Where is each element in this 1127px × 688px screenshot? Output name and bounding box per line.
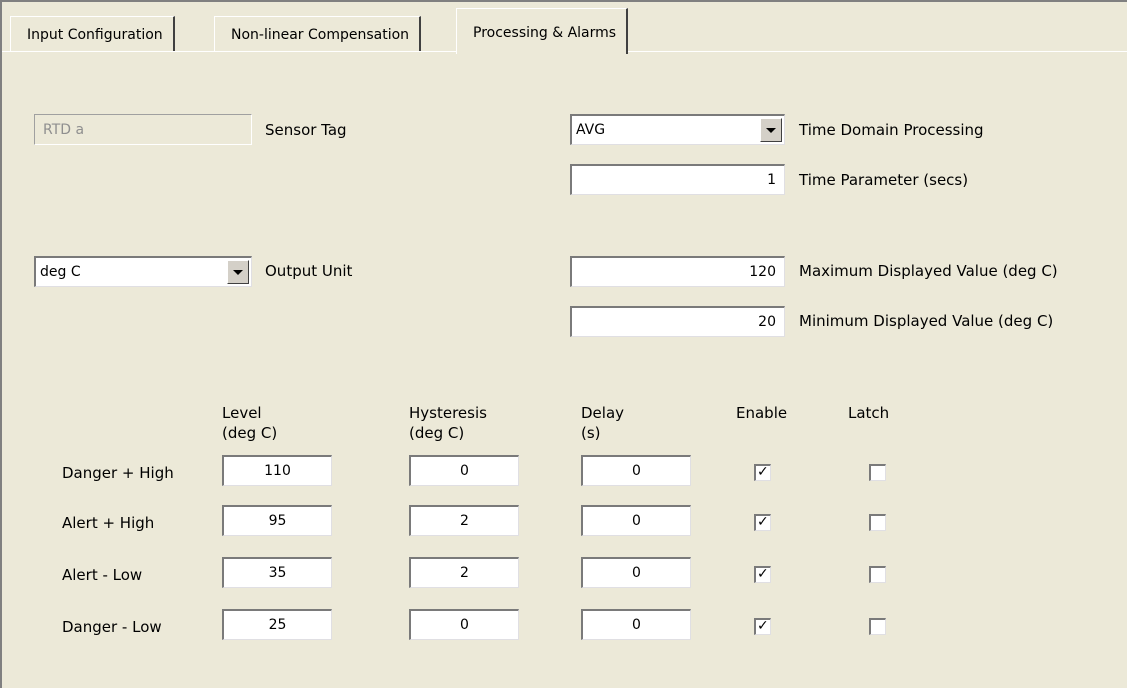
danger-high-delay-input[interactable] <box>581 455 691 486</box>
min-displayed-label: Minimum Displayed Value (deg C) <box>799 312 1054 330</box>
sensor-tag-input[interactable] <box>34 114 252 145</box>
danger-high-hysteresis-input[interactable] <box>409 455 519 486</box>
time-domain-label: Time Domain Processing <box>799 121 984 139</box>
level-header: Level (deg C) <box>222 404 278 442</box>
time-parameter-label: Time Parameter (secs) <box>799 171 969 189</box>
alarm-name-danger-low: Danger - Low <box>62 618 162 636</box>
alarm-name-danger-high: Danger + High <box>62 464 174 482</box>
danger-low-enable-checkbox[interactable]: ✓ <box>754 618 771 635</box>
alarm-name-alert-low: Alert - Low <box>62 566 143 584</box>
tab-input-configuration[interactable]: Input Configuration <box>10 16 175 52</box>
chevron-down-icon[interactable] <box>227 260 249 284</box>
alert-high-level-input[interactable] <box>222 505 332 536</box>
danger-low-latch-checkbox[interactable] <box>869 618 886 635</box>
tab-processing-alarms[interactable]: Processing & Alarms <box>456 8 629 54</box>
output-unit-select[interactable]: deg C <box>34 256 252 287</box>
time-domain-select[interactable]: AVG <box>570 114 785 145</box>
danger-high-latch-checkbox[interactable] <box>869 464 886 481</box>
alert-high-delay-input[interactable] <box>581 505 691 536</box>
time-domain-value: AVG <box>576 122 606 138</box>
output-unit-value: deg C <box>40 264 81 280</box>
danger-high-enable-checkbox[interactable]: ✓ <box>754 464 771 481</box>
sensor-tag-label: Sensor Tag <box>265 121 347 139</box>
alert-high-enable-checkbox[interactable]: ✓ <box>754 514 771 531</box>
checkmark-icon: ✓ <box>757 618 769 634</box>
tab-bar: Input Configuration Non-linear Compensat… <box>2 2 1127 54</box>
latch-header: Latch <box>848 404 890 422</box>
max-displayed-input[interactable] <box>570 256 785 287</box>
danger-low-hysteresis-input[interactable] <box>409 609 519 640</box>
danger-low-level-input[interactable] <box>222 609 332 640</box>
danger-high-level-input[interactable] <box>222 455 332 486</box>
output-unit-label: Output Unit <box>265 262 353 280</box>
chevron-down-icon[interactable] <box>760 118 782 142</box>
checkmark-icon: ✓ <box>757 464 769 480</box>
checkmark-icon: ✓ <box>757 566 769 582</box>
alert-low-hysteresis-input[interactable] <box>409 557 519 588</box>
danger-low-delay-input[interactable] <box>581 609 691 640</box>
alert-low-delay-input[interactable] <box>581 557 691 588</box>
alarm-name-alert-high: Alert + High <box>62 514 155 532</box>
alert-low-enable-checkbox[interactable]: ✓ <box>754 566 771 583</box>
time-parameter-input[interactable] <box>570 164 785 195</box>
max-displayed-label: Maximum Displayed Value (deg C) <box>799 262 1058 280</box>
delay-header: Delay (s) <box>581 404 625 442</box>
alert-low-latch-checkbox[interactable] <box>869 566 886 583</box>
alert-low-level-input[interactable] <box>222 557 332 588</box>
hysteresis-header: Hysteresis (deg C) <box>409 404 487 442</box>
alert-high-latch-checkbox[interactable] <box>869 514 886 531</box>
min-displayed-input[interactable] <box>570 306 785 337</box>
checkmark-icon: ✓ <box>757 514 769 530</box>
enable-header: Enable <box>736 404 788 422</box>
tab-non-linear-compensation[interactable]: Non-linear Compensation <box>214 16 422 52</box>
alert-high-hysteresis-input[interactable] <box>409 505 519 536</box>
processing-alarms-panel: Input Configuration Non-linear Compensat… <box>0 0 1127 688</box>
